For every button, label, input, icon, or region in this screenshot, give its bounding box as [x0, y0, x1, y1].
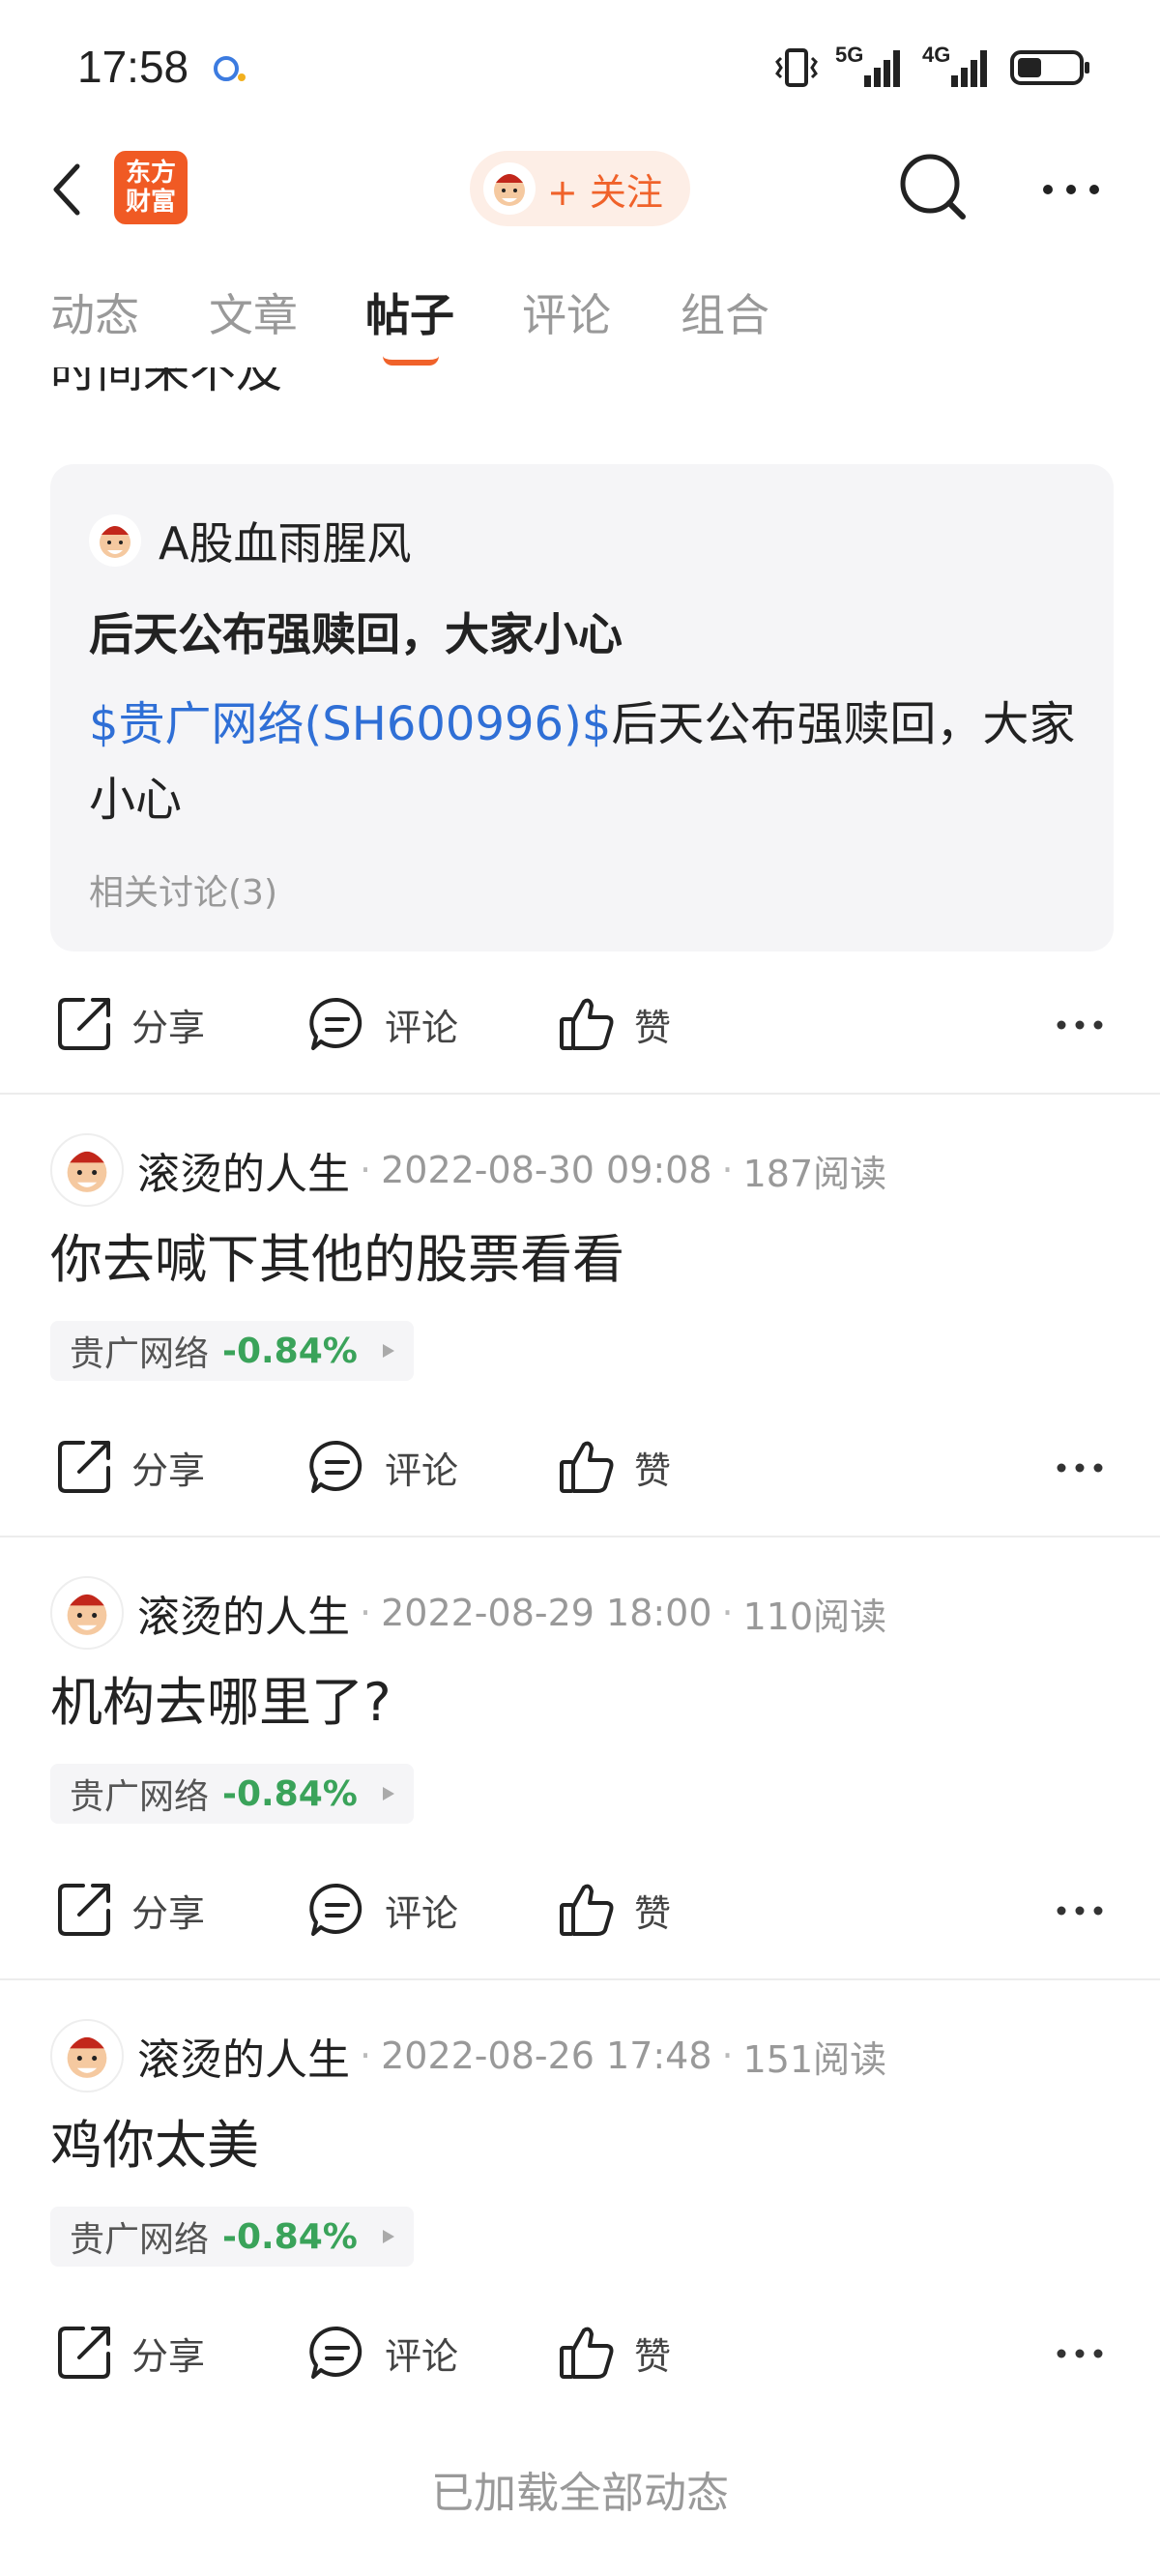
tab-dynamics[interactable]: 动态: [50, 280, 139, 344]
action-bar: 分享 评论 赞: [0, 1423, 1160, 1510]
comment-button[interactable]: 评论: [307, 981, 458, 1068]
stock-chip[interactable]: 贵广网络 -0.84%: [50, 1764, 414, 1824]
comment-button[interactable]: 评论: [307, 1423, 458, 1510]
post-author[interactable]: 滚烫的人生: [137, 2025, 350, 2087]
more-icon[interactable]: [1056, 1019, 1104, 1031]
thumbs-up-icon: [560, 998, 614, 1050]
like-button[interactable]: 赞: [557, 1423, 671, 1510]
avatar: [89, 514, 141, 567]
back-icon[interactable]: [48, 161, 87, 219]
follow-label: + 关注: [547, 170, 663, 214]
status-icons: 5G 4G: [773, 43, 1092, 89]
avatar-icon: [67, 1151, 107, 1192]
comment-button[interactable]: 评论: [307, 1866, 458, 1953]
signal-bars-icon: [951, 50, 987, 87]
post-author[interactable]: 滚烫的人生: [137, 1139, 350, 1201]
follow-button[interactable]: + 关注: [470, 151, 690, 226]
avatar-icon: [67, 1594, 107, 1635]
action-bar: 分享 评论 赞: [0, 981, 1160, 1068]
tab-articles[interactable]: 文章: [209, 280, 298, 344]
related-discussions[interactable]: 相关讨论(3): [89, 864, 277, 915]
signal-4g: 4G: [922, 43, 994, 89]
post-header: 滚烫的人生 · 2022-08-29 18:00 · 110阅读: [50, 1576, 886, 1650]
share-button[interactable]: 分享: [54, 2309, 205, 2396]
quoted-author-name: A股血雨腥风: [159, 517, 412, 570]
quoted-author: A股血雨腥风: [89, 509, 411, 572]
tab-bar: 动态 文章 帖子 评论 组合: [0, 280, 1160, 366]
post-reads: 187阅读: [742, 1152, 887, 1195]
stock-chip[interactable]: 贵广网络 -0.84%: [50, 1321, 414, 1381]
post-reads: 110阅读: [742, 1595, 887, 1638]
battery-icon: [1010, 50, 1089, 85]
post-date: 2022-08-26 17:48: [381, 2034, 712, 2077]
stock-chip[interactable]: 贵广网络 -0.84%: [50, 2207, 414, 2267]
triangle-right-icon: [382, 1787, 394, 1800]
avatar[interactable]: [50, 1576, 124, 1650]
post-header: 滚烫的人生 · 2022-08-30 09:08 · 187阅读: [50, 1133, 886, 1207]
action-bar: 分享 评论 赞: [0, 1866, 1160, 1953]
status-time: 17:58: [77, 42, 189, 92]
triangle-right-icon: [382, 1344, 394, 1358]
more-icon[interactable]: [1056, 1462, 1104, 1474]
avatar-icon: [67, 2036, 107, 2078]
thumbs-up-icon: [560, 2327, 614, 2379]
post-reads: 151阅读: [742, 2037, 887, 2081]
avatar[interactable]: [50, 2019, 124, 2093]
like-button[interactable]: 赞: [557, 981, 671, 1068]
like-button[interactable]: 赞: [557, 1866, 671, 1953]
share-button[interactable]: 分享: [54, 1866, 205, 1953]
signal-5g: 5G: [835, 43, 907, 89]
share-button[interactable]: 分享: [54, 1423, 205, 1510]
post-date: 2022-08-30 09:08: [381, 1149, 712, 1191]
comment-icon: [309, 1440, 362, 1493]
avatar[interactable]: [50, 1133, 124, 1207]
assistant-icon: [214, 56, 246, 81]
share-icon: [58, 2327, 110, 2379]
quoted-post-card[interactable]: A股血雨腥风 后天公布强赎回，大家小心 $贵广网络(SH600996)$后天公布…: [50, 464, 1114, 951]
all-loaded-text: 已加载全部动态: [431, 2469, 729, 2518]
share-icon: [58, 998, 110, 1050]
more-icon[interactable]: [1056, 2348, 1104, 2359]
vibrate-icon: [775, 48, 818, 87]
stock-link[interactable]: $贵广网络(SH600996)$: [89, 697, 611, 751]
triangle-right-icon: [382, 2230, 394, 2243]
share-icon: [58, 1441, 110, 1493]
comment-icon: [309, 2326, 362, 2379]
post-text-partial: 时间来不及: [50, 367, 283, 398]
comment-button[interactable]: 评论: [307, 2309, 458, 2396]
share-button[interactable]: 分享: [54, 981, 205, 1068]
avatar-icon: [100, 526, 130, 558]
tab-posts[interactable]: 帖子: [365, 280, 454, 344]
post-author[interactable]: 滚烫的人生: [137, 1582, 350, 1644]
post-header: 滚烫的人生 · 2022-08-26 17:48 · 151阅读: [50, 2019, 886, 2093]
post-text: 你去喊下其他的股票看看: [50, 1229, 624, 1290]
header: 东方 财富 + 关注: [0, 135, 1160, 242]
more-icon[interactable]: [1040, 182, 1102, 197]
quoted-title: 后天公布强赎回，大家小心: [89, 608, 623, 660]
tab-portfolio[interactable]: 组合: [681, 280, 769, 344]
tab-comments[interactable]: 评论: [522, 280, 611, 344]
share-icon: [58, 1884, 110, 1936]
avatar-icon: [494, 174, 525, 206]
post-text: 机构去哪里了?: [50, 1672, 392, 1733]
thumbs-up-icon: [560, 1884, 614, 1936]
more-icon[interactable]: [1056, 1905, 1104, 1917]
thumbs-up-icon: [560, 1441, 614, 1493]
quoted-body: $贵广网络(SH600996)$后天公布强赎回，大家小心: [89, 697, 1076, 827]
comment-icon: [309, 997, 362, 1050]
action-bar: 分享 评论 赞: [0, 2309, 1160, 2396]
signal-bars-icon: [864, 50, 900, 87]
post-text: 鸡你太美: [50, 2115, 259, 2176]
search-icon[interactable]: [897, 151, 971, 224]
app-logo: 东方 财富: [114, 151, 188, 224]
post-date: 2022-08-29 18:00: [381, 1592, 712, 1634]
like-button[interactable]: 赞: [557, 2309, 671, 2396]
status-bar: 17:58 5G 4G: [0, 0, 1160, 135]
tab-indicator: [383, 356, 439, 366]
comment-icon: [309, 1883, 362, 1936]
avatar: [483, 162, 536, 215]
